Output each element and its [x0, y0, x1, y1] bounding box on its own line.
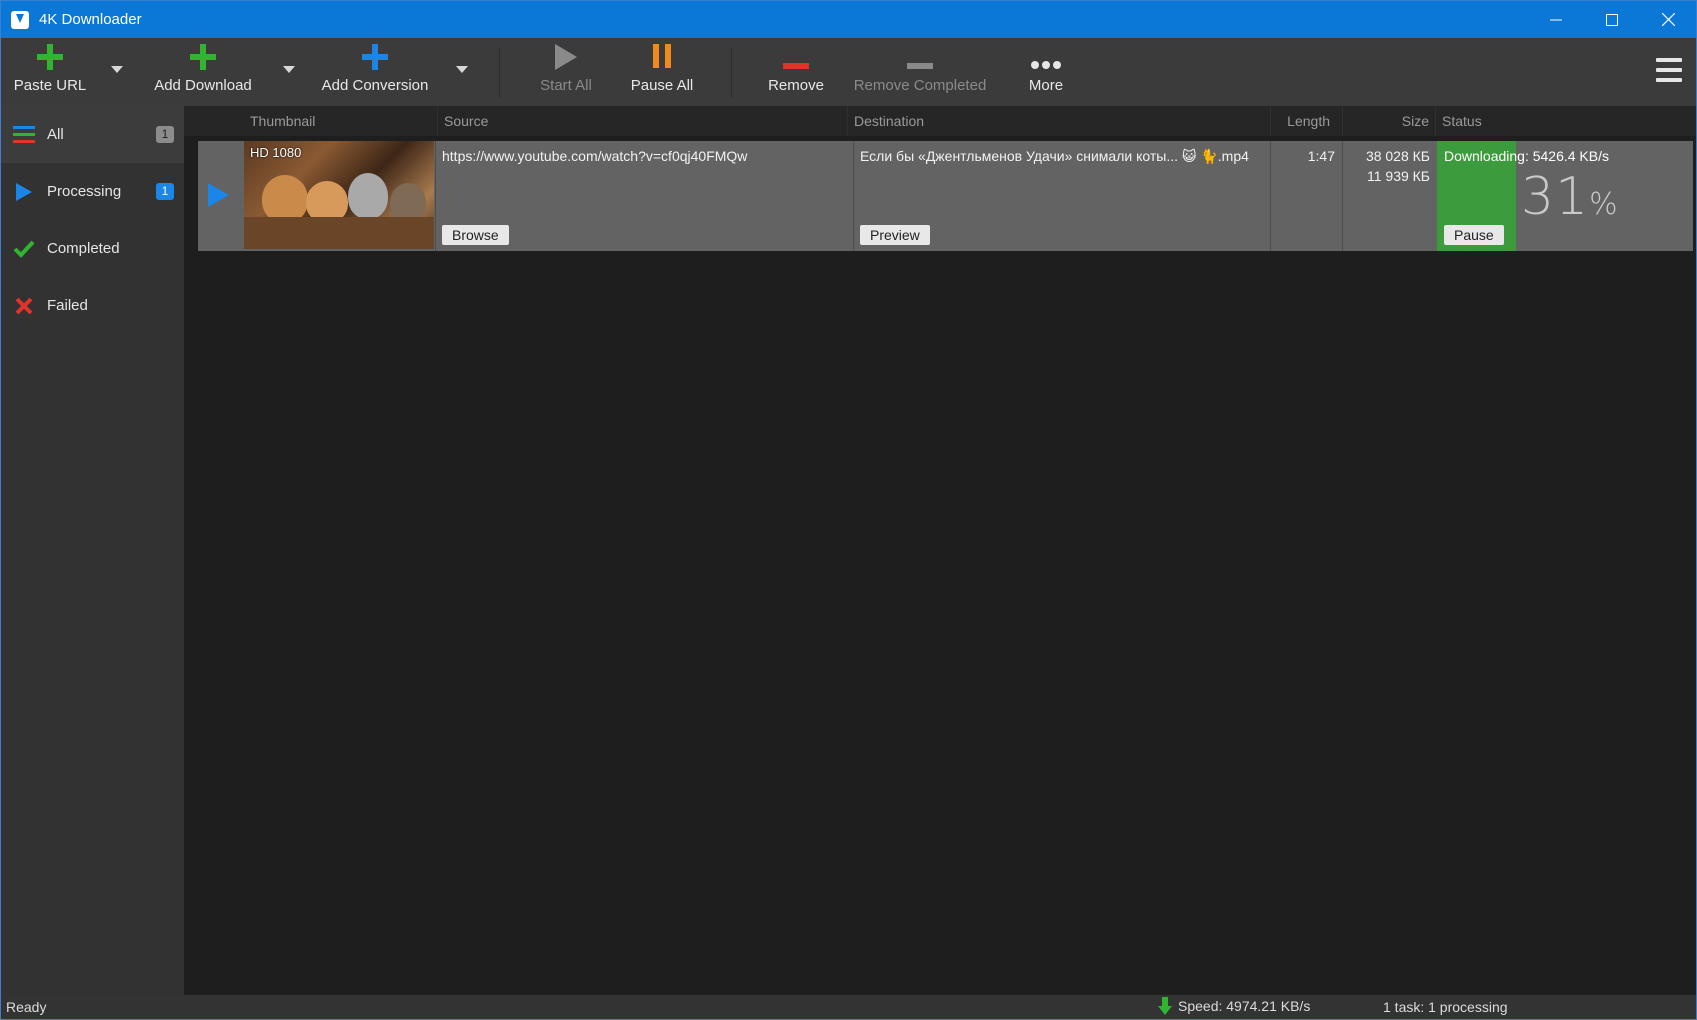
preview-button[interactable]: Preview — [860, 225, 930, 245]
destination-cell: Если бы «Джентльменов Удачи» снимали кот… — [853, 141, 1270, 251]
progress-percent: 31% — [1521, 167, 1619, 227]
remove-completed-button[interactable]: Remove Completed — [854, 38, 986, 106]
minimize-icon — [1550, 19, 1562, 20]
size-downloaded: 11 939 КБ — [1366, 168, 1430, 184]
toolbar: Paste URL Add Download Add Conversion St… — [1, 38, 1696, 106]
window-controls — [1528, 1, 1696, 38]
browse-button[interactable]: Browse — [442, 225, 509, 245]
status-bar: Ready Speed: 4974.21 KB/s 1 task: 1 proc… — [1, 995, 1696, 1019]
sidebar-item-failed[interactable]: Failed — [1, 277, 184, 334]
maximize-icon — [1606, 13, 1618, 26]
column-status[interactable]: Status — [1435, 106, 1635, 136]
task-count: 1 task: 1 processing — [1383, 999, 1508, 1015]
menu-icon[interactable] — [1656, 58, 1682, 82]
add-conversion-button[interactable]: Add Conversion — [321, 38, 429, 106]
plus-green-icon — [190, 44, 216, 70]
plus-green-icon — [37, 44, 63, 70]
pause-icon — [653, 44, 671, 68]
column-header-row: Thumbnail Source Destination Length Size… — [184, 106, 1696, 136]
more-dots-icon — [1031, 61, 1061, 69]
paste-url-dropdown-icon[interactable] — [111, 66, 123, 73]
downloads-list: Thumbnail Source Destination Length Size… — [184, 106, 1696, 995]
app-window: 4K Downloader Paste URL Add Download Add… — [0, 0, 1697, 1020]
quality-label: HD 1080 — [250, 145, 302, 160]
status-text: Downloading: 5426.4 KB/s — [1444, 148, 1609, 164]
pause-button[interactable]: Pause — [1444, 225, 1504, 245]
app-logo-icon — [11, 10, 29, 29]
size-cell: 38 028 КБ 11 939 КБ — [1342, 141, 1437, 251]
minus-gray-icon — [907, 63, 933, 69]
percent-sign: % — [1589, 187, 1619, 222]
window-title: 4K Downloader — [39, 11, 142, 28]
sidebar-item-completed[interactable]: Completed — [1, 220, 184, 277]
column-length[interactable]: Length — [1270, 106, 1336, 136]
download-speed: Speed: 4974.21 KB/s — [1178, 998, 1311, 1014]
destination-filename: Если бы «Джентльменов Удачи» снимали кот… — [860, 148, 1249, 164]
download-row[interactable]: HD 1080 https://www.youtube.com/watch?v=… — [198, 141, 1693, 251]
video-thumbnail: HD 1080 — [244, 141, 434, 249]
list-icon — [13, 124, 35, 146]
source-cell: https://www.youtube.com/watch?v=cf0qj40F… — [435, 141, 853, 251]
column-destination[interactable]: Destination — [847, 106, 1251, 136]
plus-blue-icon — [362, 44, 388, 70]
speed-indicator: Speed: 4974.21 KB/s — [1158, 997, 1310, 1015]
close-icon — [1661, 13, 1675, 26]
status-cell: Downloading: 5426.4 KB/s 31% Pause — [1437, 141, 1693, 251]
sidebar: All 1 Processing 1 Completed Failed — [1, 106, 184, 995]
add-download-button[interactable]: Add Download — [153, 38, 253, 106]
toolbar-divider — [731, 48, 732, 98]
source-url: https://www.youtube.com/watch?v=cf0qj40F… — [442, 148, 748, 164]
sidebar-item-processing[interactable]: Processing 1 — [1, 163, 184, 220]
toolbar-divider — [499, 48, 500, 98]
pause-all-button[interactable]: Pause All — [629, 38, 695, 106]
add-conversion-dropdown-icon[interactable] — [456, 66, 468, 73]
add-download-dropdown-icon[interactable] — [283, 66, 295, 73]
checkmark-icon — [13, 238, 35, 260]
app-state: Ready — [6, 999, 47, 1015]
remove-button[interactable]: Remove — [763, 38, 829, 106]
x-icon — [13, 295, 35, 317]
size-total: 38 028 КБ — [1365, 148, 1430, 164]
progress-percent-value: 31 — [1521, 167, 1590, 227]
column-thumbnail[interactable]: Thumbnail — [244, 106, 423, 136]
column-source[interactable]: Source — [437, 106, 830, 136]
close-button[interactable] — [1640, 1, 1696, 38]
paste-url-button[interactable]: Paste URL — [14, 38, 86, 106]
play-icon — [555, 44, 577, 70]
start-all-button[interactable]: Start All — [533, 38, 599, 106]
length-cell: 1:47 — [1270, 141, 1342, 251]
column-size[interactable]: Size — [1342, 106, 1435, 136]
video-length: 1:47 — [1307, 148, 1335, 164]
more-button[interactable]: More — [1016, 38, 1076, 106]
play-icon — [13, 181, 35, 203]
play-icon[interactable] — [208, 183, 229, 207]
minus-red-icon — [783, 63, 809, 69]
maximize-button[interactable] — [1584, 1, 1640, 38]
arrow-down-icon — [1158, 997, 1172, 1015]
sidebar-item-all[interactable]: All 1 — [1, 106, 184, 163]
title-bar: 4K Downloader — [1, 1, 1696, 38]
count-badge: 1 — [156, 126, 174, 143]
minimize-button[interactable] — [1528, 1, 1584, 38]
count-badge: 1 — [156, 183, 174, 200]
